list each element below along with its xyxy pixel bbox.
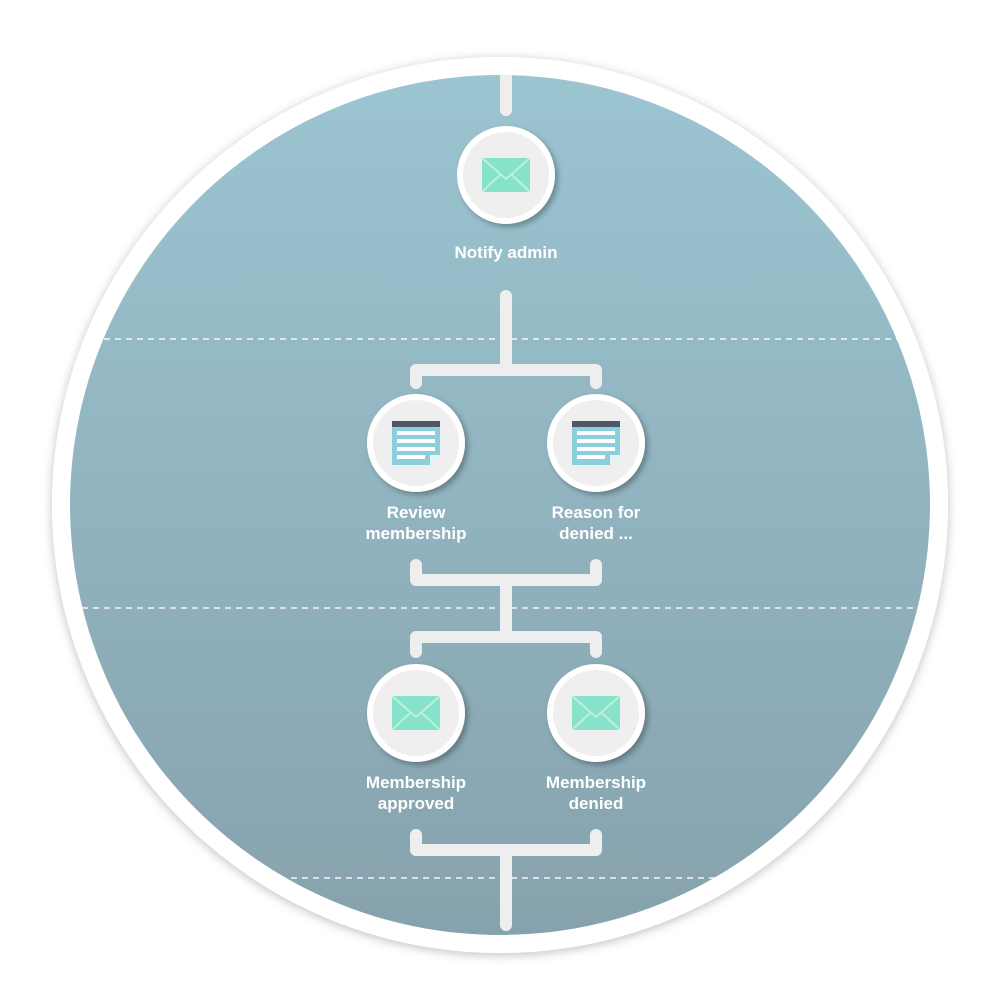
node-review-membership[interactable] [367,394,465,492]
node-membership-approved[interactable] [367,664,465,762]
node-label: Review membership [365,503,467,543]
node-label: Membership approved [365,773,467,813]
document-icon [392,421,440,465]
node-label: Reason for denied ... [551,503,641,543]
node-label: Notify admin [454,243,558,262]
node-notify-admin[interactable] [457,126,555,224]
node-label: Membership denied [545,773,647,813]
document-icon [572,421,620,465]
envelope-icon [481,157,531,193]
node-membership-denied[interactable] [547,664,645,762]
node-reason-for-denied[interactable] [547,394,645,492]
envelope-icon [571,695,621,731]
envelope-icon [391,695,441,731]
workflow-diagram [52,57,948,953]
